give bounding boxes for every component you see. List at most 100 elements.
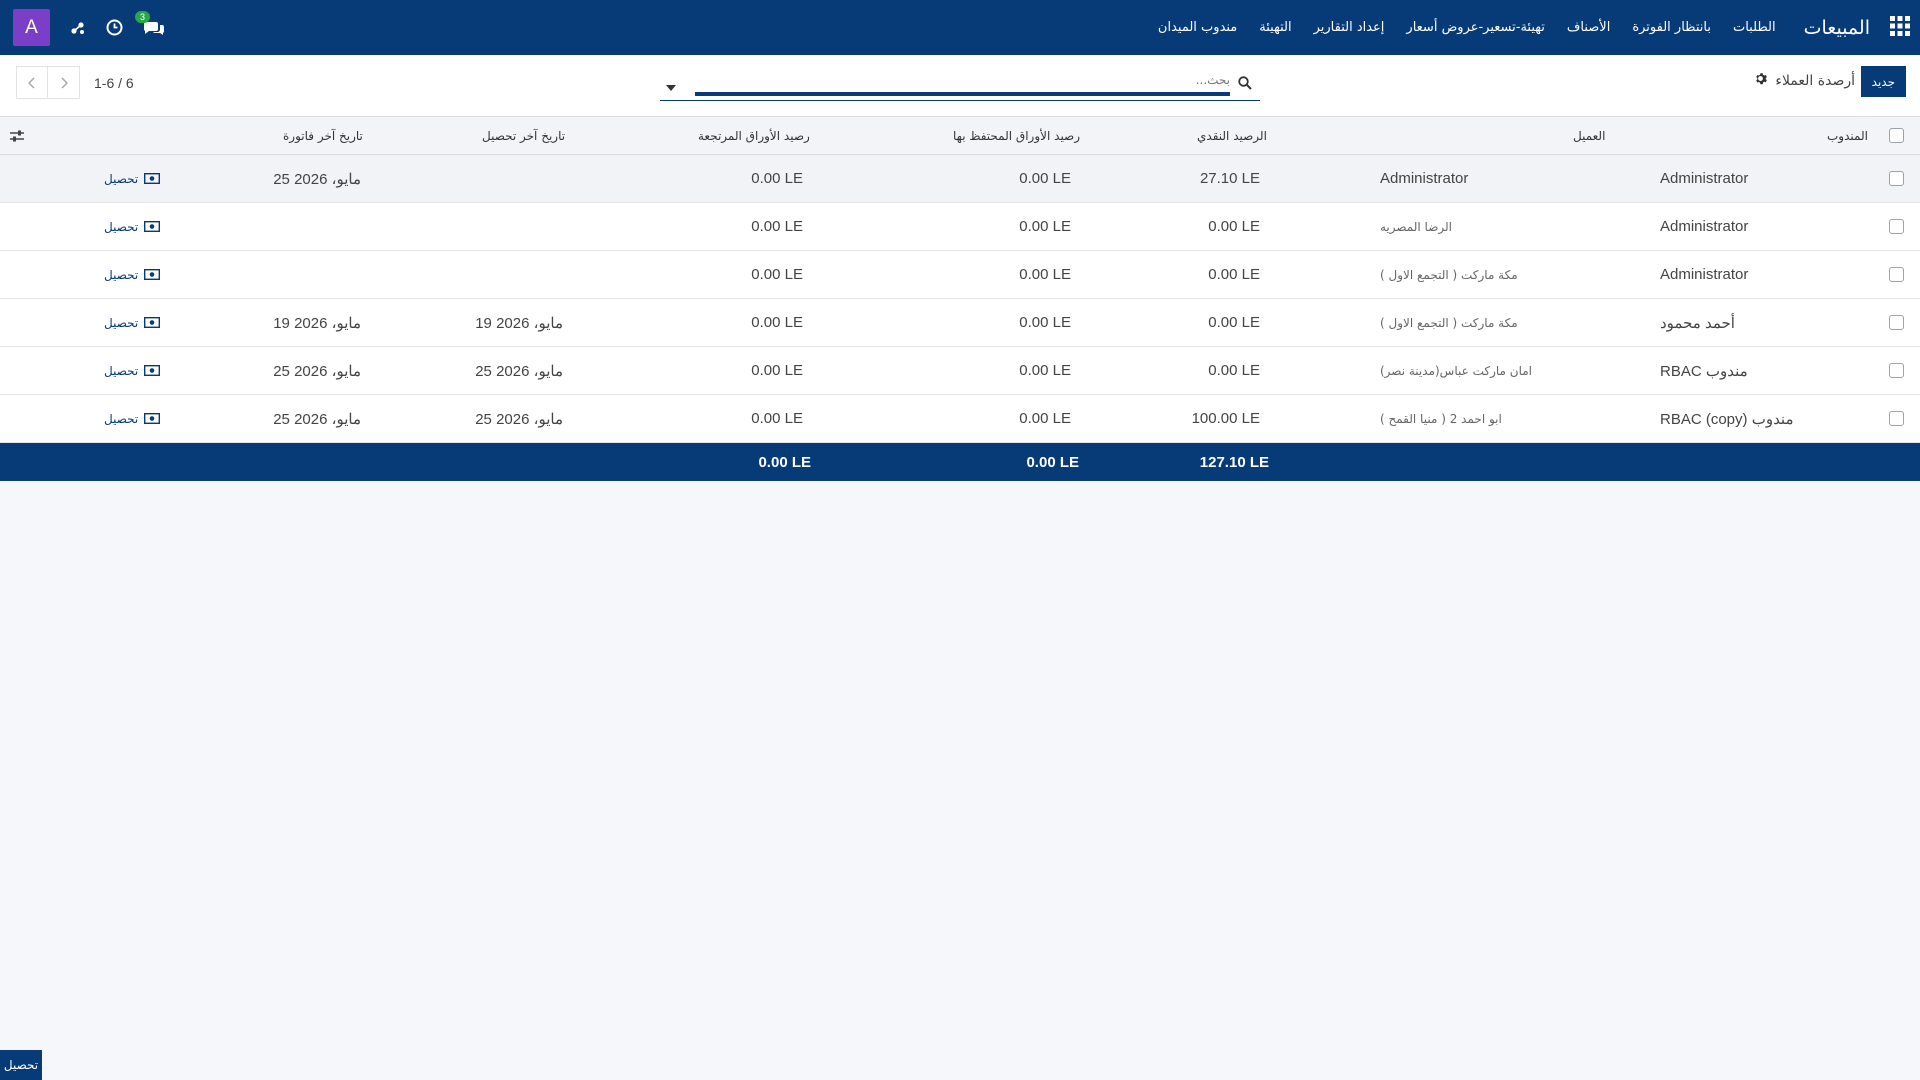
- collect-bottom-button[interactable]: تحصيل: [0, 1050, 42, 1080]
- row-checkbox[interactable]: [1889, 251, 1904, 298]
- pager-next-button[interactable]: [48, 66, 80, 99]
- chat-badge: 3: [135, 11, 151, 23]
- col-header-returned-papers[interactable]: رصيد الأوراق المرتجعة: [698, 117, 810, 154]
- collect-link[interactable]: تحصيل: [104, 395, 161, 442]
- held-papers-balance: 0.00 LE: [1019, 314, 1071, 331]
- optional-columns-toggle[interactable]: [9, 117, 25, 154]
- col-header-cash-balance[interactable]: الرصيد النقدي: [1197, 117, 1267, 154]
- menu-pricing[interactable]: تهيئة-تسعير-عروض أسعار: [1406, 20, 1544, 35]
- col-header-held-papers[interactable]: رصيد الأوراق المحتفظ بها: [953, 117, 1080, 154]
- cash-balance: 100.00 LE: [1191, 410, 1260, 427]
- row-checkbox[interactable]: [1889, 155, 1904, 202]
- held-papers-balance: 0.00 LE: [1019, 218, 1071, 235]
- menu-orders[interactable]: الطلبات: [1733, 20, 1776, 35]
- customer-name: امان ماركت عباس(مدينة نصر): [1380, 363, 1532, 378]
- select-all-checkbox[interactable]: [1889, 117, 1904, 154]
- activity-icon[interactable]: [70, 20, 86, 36]
- col-header-last-invoice[interactable]: تاريخ آخر فاتورة: [283, 117, 363, 154]
- last-collection-date: 25 مايو، 2026: [475, 362, 563, 380]
- collect-link-label: تحصيل: [104, 171, 139, 186]
- held-papers-balance: 0.00 LE: [1019, 170, 1071, 187]
- money-icon: [144, 317, 161, 328]
- table-row[interactable]: تحصيل 25 مايو، 2026 25 مايو، 2026 0.00 LE 0.…: [0, 395, 1920, 443]
- last-invoice-date: 25 مايو، 2026: [273, 170, 361, 188]
- page-title: أرصدة العملاء: [1775, 72, 1855, 89]
- collect-link[interactable]: تحصيل: [104, 347, 161, 394]
- cash-balance: 0.00 LE: [1208, 266, 1260, 283]
- collect-link[interactable]: تحصيل: [104, 251, 161, 298]
- collect-link-label: تحصيل: [104, 411, 139, 426]
- returned-papers-balance: 0.00 LE: [751, 218, 803, 235]
- salesperson-name: Administrator: [1660, 266, 1749, 283]
- clock-icon[interactable]: [106, 19, 123, 36]
- row-checkbox[interactable]: [1889, 203, 1904, 250]
- collect-link-label: تحصيل: [104, 219, 139, 234]
- salesperson-name: Administrator: [1660, 218, 1749, 235]
- menu-configuration[interactable]: التهيئة: [1259, 20, 1291, 35]
- menu-field-rep[interactable]: مندوب الميدان: [1158, 20, 1237, 35]
- main-menu: المبيعات الطلبات بانتظار الفوترة الأصناف…: [1136, 15, 1910, 40]
- col-header-last-collection[interactable]: تاريخ آخر تحصيل: [482, 117, 565, 154]
- pager-value[interactable]: 1-6 / 6: [94, 75, 134, 91]
- control-panel: 1-6 / 6 أرصدة العملاء جديد: [0, 55, 1920, 117]
- money-icon: [144, 413, 161, 424]
- row-checkbox[interactable]: [1889, 347, 1904, 394]
- customer-name: مكة ماركت ( التجمع الاول ): [1380, 315, 1518, 330]
- held-papers-balance: 0.00 LE: [1019, 266, 1071, 283]
- last-collection-date: 19 مايو، 2026: [475, 314, 563, 332]
- app-brand[interactable]: المبيعات: [1804, 17, 1870, 39]
- gear-icon[interactable]: [1754, 72, 1768, 89]
- search-icon[interactable]: [1238, 76, 1252, 94]
- cash-balance: 27.10 LE: [1199, 170, 1260, 187]
- menu-reporting[interactable]: إعداد التقارير: [1314, 20, 1385, 35]
- row-checkbox[interactable]: [1889, 395, 1904, 442]
- chat-icon[interactable]: 3: [135, 11, 165, 36]
- money-icon: [144, 365, 161, 376]
- returned-papers-balance: 0.00 LE: [751, 410, 803, 427]
- pager: 1-6 / 6: [16, 66, 134, 99]
- menu-products[interactable]: الأصناف: [1567, 20, 1610, 35]
- col-header-customer[interactable]: العميل: [1573, 117, 1605, 154]
- search-dropdown-toggle[interactable]: [666, 79, 676, 95]
- money-icon: [144, 221, 161, 232]
- chevron-left-icon: [28, 76, 35, 89]
- list-table: تاريخ آخر فاتورة تاريخ آخر تحصيل رصيد ال…: [0, 117, 1920, 481]
- cash-balance: 0.00 LE: [1208, 362, 1260, 379]
- menu-to-invoice[interactable]: بانتظار الفوترة: [1632, 20, 1711, 35]
- search-bar: [660, 69, 1260, 101]
- apps-icon[interactable]: [1890, 15, 1910, 40]
- collect-link[interactable]: تحصيل: [104, 155, 161, 202]
- pager-previous-button[interactable]: [16, 66, 48, 99]
- collect-link-label: تحصيل: [104, 267, 139, 282]
- last-invoice-date: 25 مايو، 2026: [273, 362, 361, 380]
- money-icon: [144, 173, 161, 184]
- table-header: تاريخ آخر فاتورة تاريخ آخر تحصيل رصيد ال…: [0, 117, 1920, 155]
- total-held-papers: 0.00 LE: [1026, 453, 1079, 471]
- last-invoice-date: 19 مايو، 2026: [273, 314, 361, 332]
- last-invoice-date: [240, 203, 361, 250]
- new-button[interactable]: جديد: [1860, 66, 1906, 97]
- cash-balance: 0.00 LE: [1208, 314, 1260, 331]
- last-collection-date: [440, 155, 563, 202]
- search-input[interactable]: [710, 73, 1230, 87]
- table-row[interactable]: تحصيل 0.00 LE 0.00 LE 0.00 LE الرضا المصريه A…: [0, 203, 1920, 251]
- user-avatar[interactable]: A: [13, 9, 50, 46]
- col-header-salesperson[interactable]: المندوب: [1827, 117, 1868, 154]
- returned-papers-balance: 0.00 LE: [751, 314, 803, 331]
- collect-link-label: تحصيل: [104, 315, 139, 330]
- last-invoice-date: 25 مايو، 2026: [273, 410, 361, 428]
- salesperson-name: مندوب RBAC (copy): [1660, 410, 1794, 428]
- returned-papers-balance: 0.00 LE: [751, 170, 803, 187]
- collect-link[interactable]: تحصيل: [104, 299, 161, 346]
- customer-name: الرضا المصريه: [1380, 219, 1452, 234]
- row-checkbox[interactable]: [1889, 299, 1904, 346]
- last-collection-date: 25 مايو، 2026: [475, 410, 563, 428]
- table-row[interactable]: تحصيل 19 مايو، 2026 19 مايو، 2026 0.00 LE 0.…: [0, 299, 1920, 347]
- held-papers-balance: 0.00 LE: [1019, 362, 1071, 379]
- collect-link[interactable]: تحصيل: [104, 203, 161, 250]
- customer-name: مكة ماركت ( التجمع الاول ): [1380, 267, 1518, 282]
- table-row[interactable]: تحصيل 25 مايو، 2026 0.00 LE 0.00 LE 27.10 LE…: [0, 155, 1920, 203]
- table-row[interactable]: تحصيل 0.00 LE 0.00 LE 0.00 LE مكة ماركت ( ال…: [0, 251, 1920, 299]
- table-row[interactable]: تحصيل 25 مايو، 2026 25 مايو، 2026 0.00 LE 0.…: [0, 347, 1920, 395]
- last-invoice-date: [240, 251, 361, 298]
